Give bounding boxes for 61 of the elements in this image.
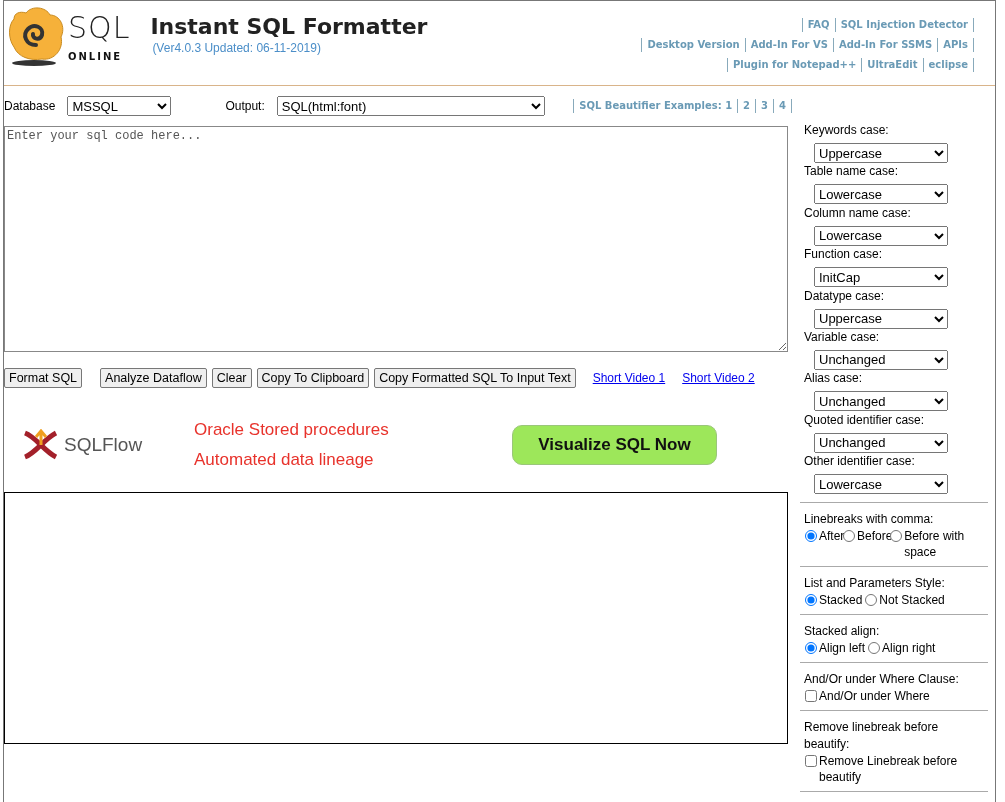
action-button[interactable]: Format SQL xyxy=(4,368,83,388)
radio-button[interactable] xyxy=(843,529,856,542)
radio-button[interactable] xyxy=(805,641,817,654)
output-label: Output: xyxy=(225,99,265,113)
logo-text: SQL xyxy=(68,11,131,45)
promo-text: Oracle Stored procedures xyxy=(194,419,390,441)
promo-text: Automated data lineage xyxy=(194,449,375,471)
checkbox[interactable] xyxy=(805,754,817,767)
case-select[interactable]: Unchanged xyxy=(814,391,948,412)
option-label: Other identifier case: xyxy=(804,454,916,470)
option-label: Alias case: xyxy=(804,371,864,387)
radio-button[interactable] xyxy=(805,529,817,542)
option-label: Datatype case: xyxy=(804,288,886,304)
option-text: Stacked xyxy=(819,591,863,608)
option-label: Quoted identifier case: xyxy=(804,412,926,428)
case-select[interactable]: InitCap xyxy=(814,267,948,288)
video-link[interactable]: Short Video 1 xyxy=(592,371,666,385)
sql-input-field[interactable]: Enter your sql code here... xyxy=(4,126,788,352)
radio-button[interactable] xyxy=(890,529,903,542)
option-text: Remove Linebreak before beautify xyxy=(819,752,959,785)
group-title: And/Or under Where Clause: xyxy=(804,670,960,688)
sqlflow-logo-icon xyxy=(22,429,60,461)
sqlflow-brand-text: SQLFlow xyxy=(64,434,143,456)
page-title: Instant SQL Formatter xyxy=(150,13,428,41)
checkbox[interactable] xyxy=(805,689,817,702)
case-select[interactable]: Unchanged xyxy=(814,432,948,453)
radio-button[interactable] xyxy=(865,593,878,606)
action-button[interactable]: Clear xyxy=(211,368,252,388)
case-select[interactable]: Lowercase xyxy=(814,225,948,246)
case-select[interactable]: Lowercase xyxy=(814,474,948,495)
group-title: Linebreaks with comma: xyxy=(804,510,935,528)
option-text: And/Or under Where xyxy=(819,687,930,704)
case-select[interactable]: Uppercase xyxy=(814,308,948,329)
radio-button[interactable] xyxy=(868,641,881,654)
radio-button[interactable] xyxy=(805,593,817,606)
option-label: Keywords case: xyxy=(804,123,890,138)
action-button[interactable]: Copy To Clipboard xyxy=(256,368,370,388)
option-label: Function case: xyxy=(804,247,884,263)
action-button[interactable]: Copy Formatted SQL To Input Text xyxy=(374,368,576,388)
option-label: Variable case: xyxy=(804,329,881,345)
case-select[interactable]: Uppercase xyxy=(814,143,948,163)
video-link[interactable]: Short Video 2 xyxy=(682,371,755,385)
logo-subtext: ONLINE xyxy=(68,51,124,62)
option-text: Not Stacked xyxy=(879,591,945,608)
group-title: Stacked align: xyxy=(804,622,881,640)
case-select[interactable]: Lowercase xyxy=(814,184,948,205)
option-label: Column name case: xyxy=(804,205,912,221)
option-text: Align right xyxy=(882,639,936,656)
option-text: Before with space xyxy=(904,527,966,560)
group-title: Remove linebreak before beautify: xyxy=(804,718,940,753)
option-text: Align left xyxy=(819,639,866,656)
action-button[interactable]: Analyze Dataflow xyxy=(100,368,207,388)
database-label: Database xyxy=(4,99,56,113)
database-select[interactable]: MSSQL xyxy=(67,96,172,116)
case-select[interactable]: Unchanged xyxy=(814,349,948,370)
output-select[interactable]: SQL(html:font) xyxy=(276,96,545,116)
visualize-button[interactable]: Visualize SQL Now xyxy=(512,425,717,465)
version-text: (Ver4.0.3 Updated: 06-11-2019) xyxy=(152,41,322,55)
swirl-logo-icon xyxy=(6,5,66,67)
option-label: Table name case: xyxy=(804,164,900,180)
group-title: List and Parameters Style: xyxy=(804,574,946,592)
